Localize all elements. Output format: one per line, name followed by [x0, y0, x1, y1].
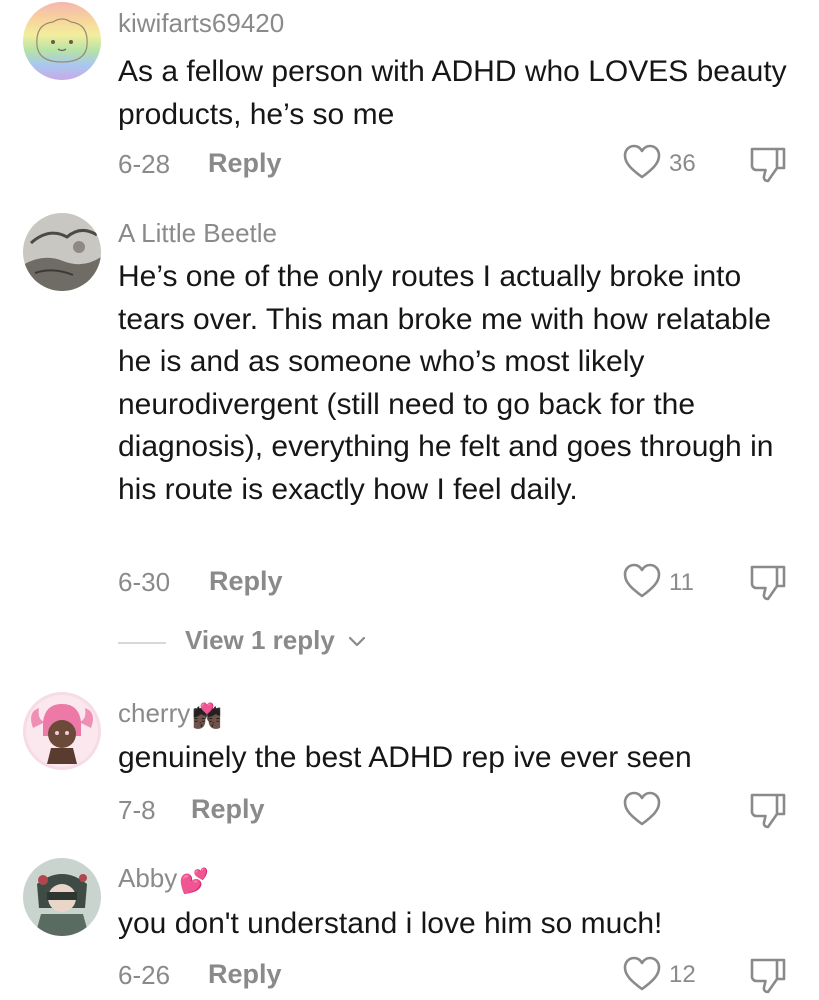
chevron-down-icon — [348, 636, 366, 647]
username[interactable]: A Little Beetle — [118, 218, 277, 249]
like-button[interactable] — [623, 956, 661, 992]
username-emoji: 💕 — [179, 868, 210, 895]
thumbs-down-icon — [750, 147, 786, 183]
username-emoji: 💏🏿 — [192, 703, 223, 730]
avatar[interactable] — [23, 858, 101, 936]
reply-button[interactable]: Reply — [208, 959, 282, 990]
reply-divider — [118, 642, 166, 644]
comment-text: As a fellow person with ADHD who LOVES b… — [118, 55, 787, 131]
comment-text: He’s one of the only routes I actually b… — [118, 260, 774, 506]
like-count: 11 — [669, 569, 694, 596]
comment-text: genuinely the best ADHD rep ive ever see… — [118, 741, 692, 774]
thumbs-down-icon — [750, 565, 786, 601]
comment-date: 6-28 — [118, 149, 171, 179]
reply-button[interactable]: Reply — [209, 566, 283, 597]
dislike-button[interactable] — [748, 562, 788, 602]
comment-date: 6-26 — [118, 960, 171, 990]
heart-outline-icon — [623, 791, 661, 826]
view-replies-label: View 1 reply — [185, 625, 335, 655]
username[interactable]: kiwifarts69420 — [118, 8, 284, 39]
reply-button[interactable]: Reply — [191, 794, 265, 825]
comment-text: you don't understand i love him so much! — [118, 907, 663, 940]
avatar[interactable] — [23, 692, 101, 770]
thumbs-down-icon — [750, 958, 786, 994]
like-count: 36 — [669, 150, 696, 177]
dislike-button[interactable] — [748, 790, 788, 830]
heart-outline-icon — [623, 956, 661, 991]
dislike-button[interactable] — [748, 955, 788, 995]
username-text: Abby — [118, 863, 178, 893]
avatar[interactable] — [23, 2, 101, 80]
thumbs-down-icon — [750, 793, 786, 829]
heart-outline-icon — [623, 144, 661, 179]
like-button[interactable] — [623, 563, 661, 599]
comment-date: 7-8 — [118, 795, 156, 825]
dislike-button[interactable] — [748, 144, 788, 184]
username-text: kiwifarts69420 — [118, 8, 285, 38]
username[interactable]: Abby💕 — [118, 863, 209, 896]
avatar[interactable] — [23, 213, 101, 291]
heart-outline-icon — [623, 563, 661, 598]
reply-button[interactable]: Reply — [208, 148, 282, 179]
like-button[interactable] — [623, 144, 661, 180]
like-count: 12 — [669, 961, 696, 988]
username-text: cherry — [118, 698, 191, 728]
username-text: A Little Beetle — [118, 218, 277, 248]
view-replies-button[interactable]: View 1 reply — [118, 625, 418, 658]
comment-date: 6-30 — [118, 567, 171, 597]
like-button[interactable] — [623, 791, 661, 827]
username[interactable]: cherry💏🏿 — [118, 698, 222, 731]
